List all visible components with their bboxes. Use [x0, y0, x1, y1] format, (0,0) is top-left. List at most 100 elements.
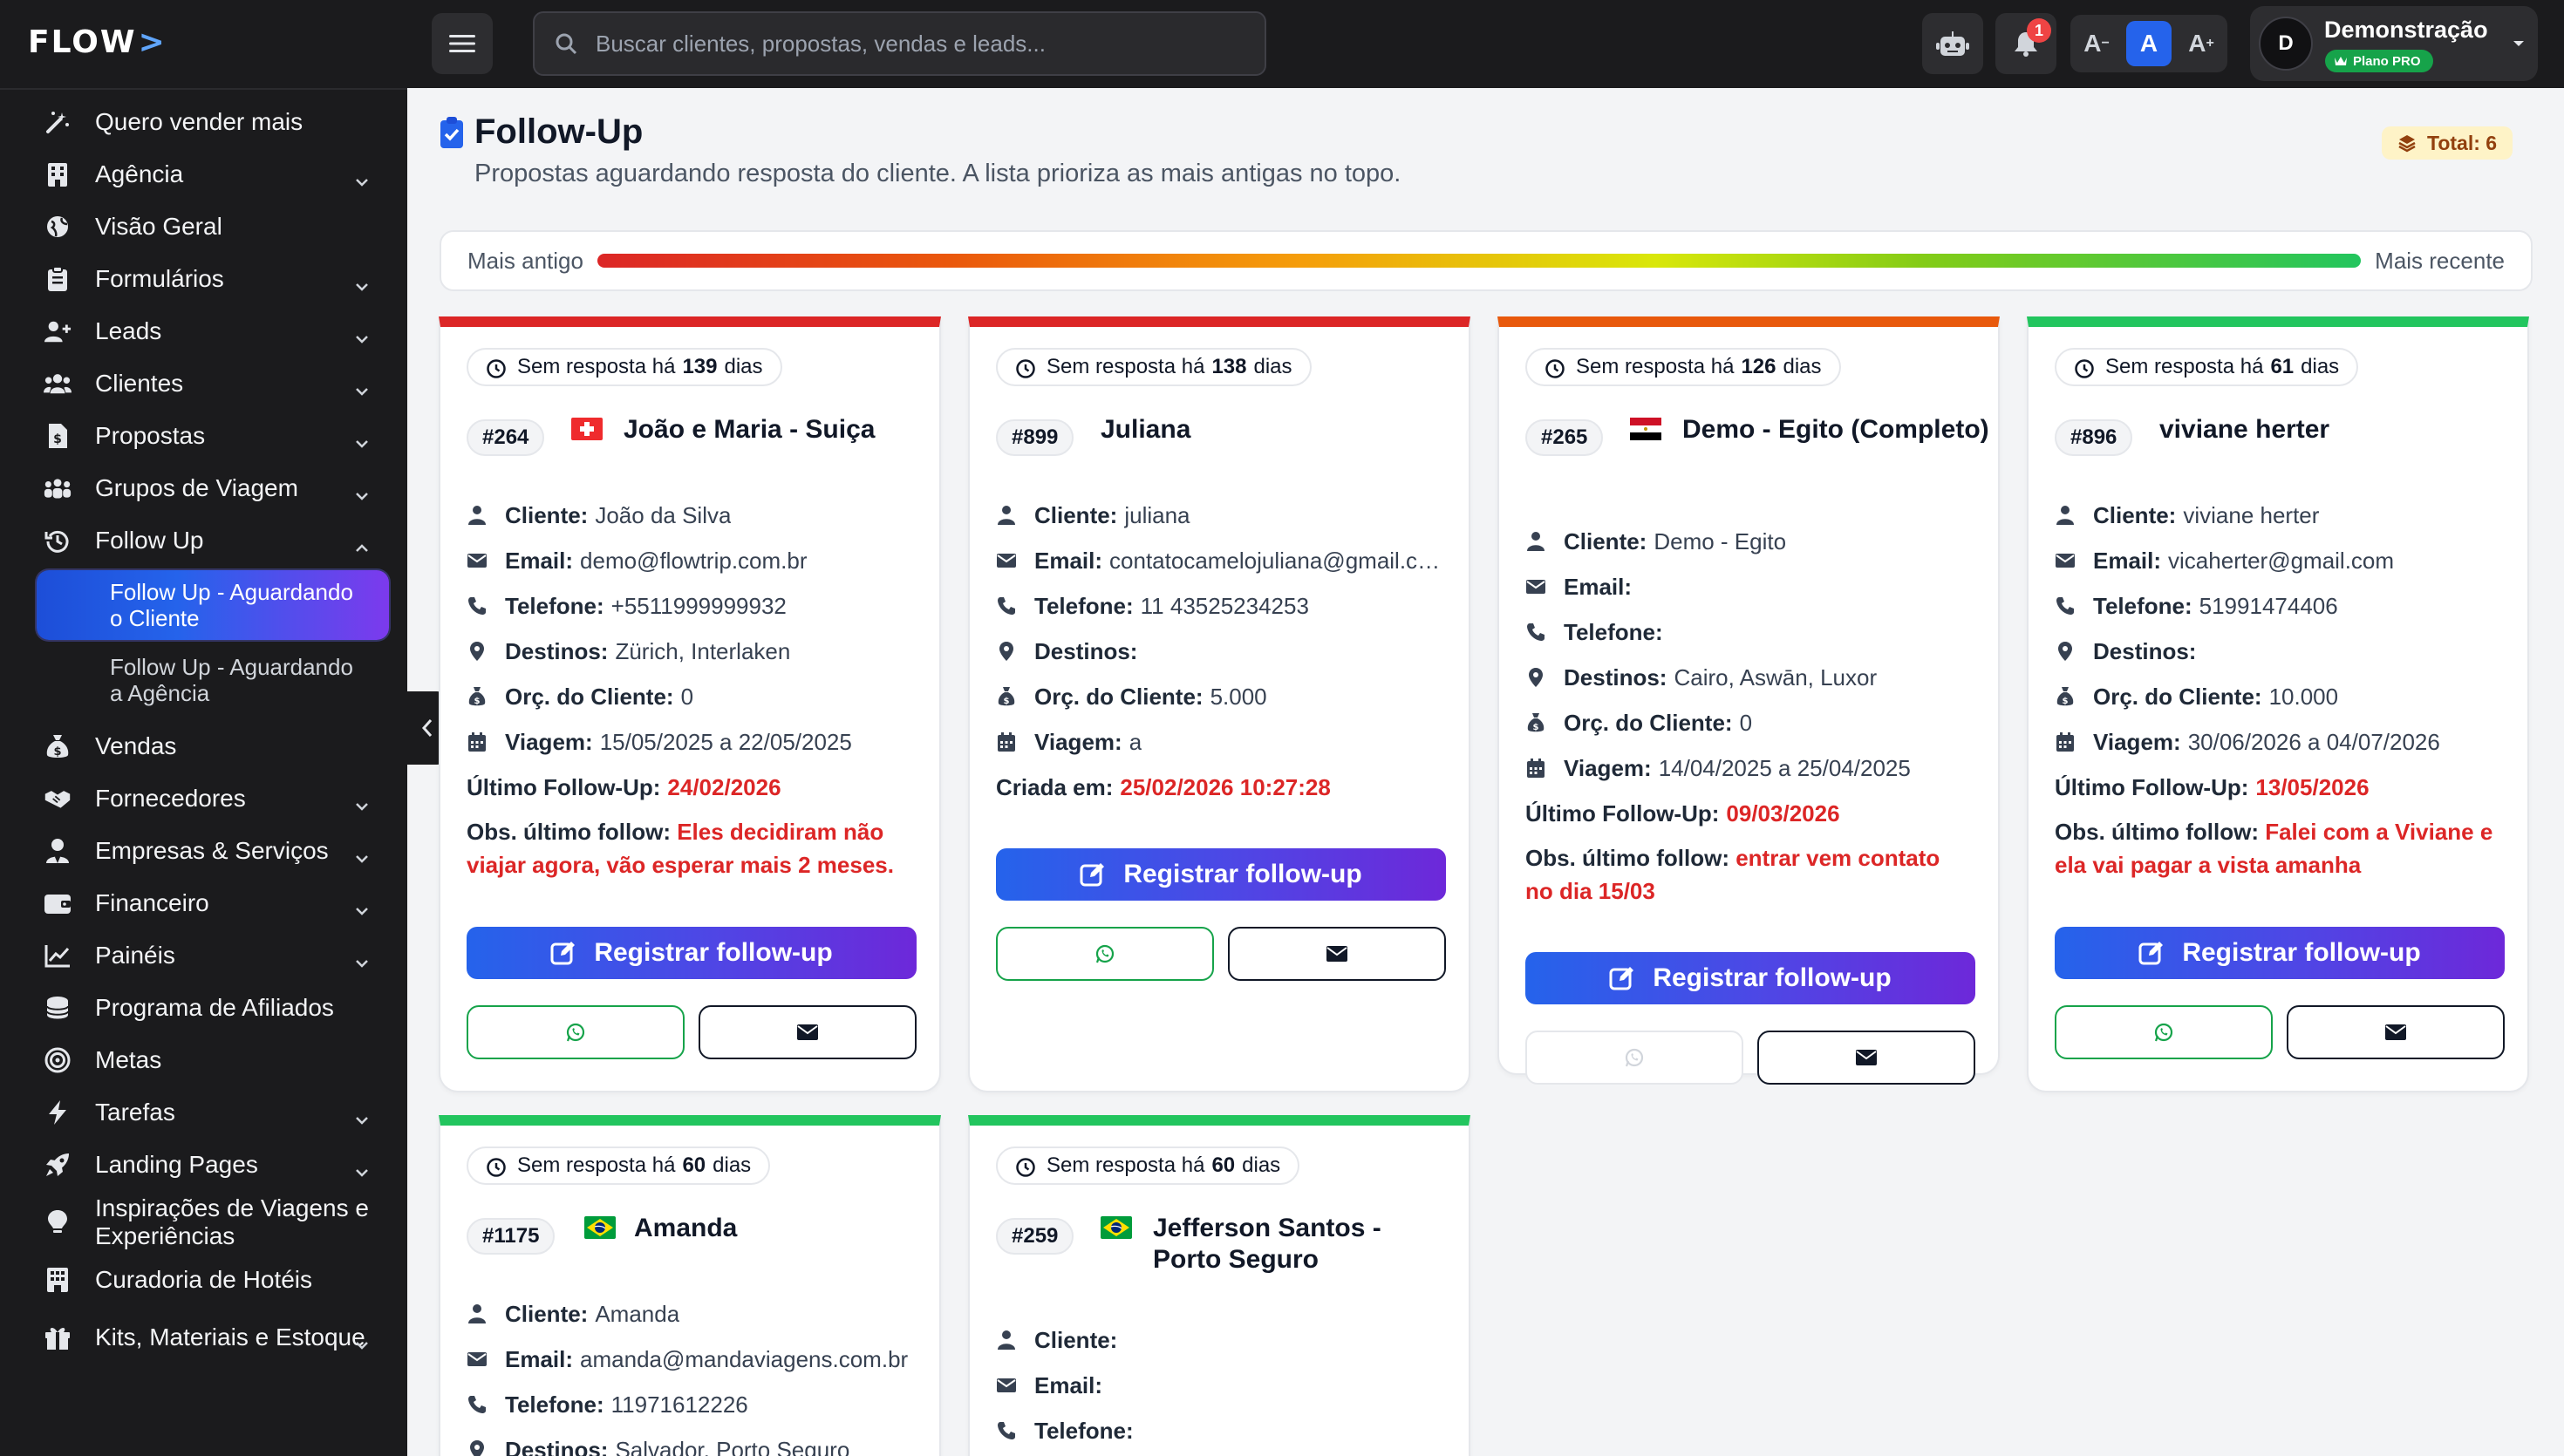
proposal-id-badge[interactable]: #265 [1525, 419, 1604, 456]
sidebar-item-inspiracoes-de-viagens-e-experiencias[interactable]: Inspirações de Viagens e Experiências [0, 1191, 407, 1254]
email-button[interactable] [2287, 1005, 2505, 1059]
last-followup-value: 13/05/2026 [2255, 773, 2370, 800]
whatsapp-button[interactable] [467, 1005, 685, 1059]
followup-note: Obs. último follow: Eles decidiram não v… [467, 810, 913, 881]
font-default-button[interactable]: A [2126, 21, 2172, 66]
followup-card: Sem resposta há 138 dias #899 Juliana Cli… [968, 316, 1470, 1092]
destinations-field-label: Destinos: [505, 637, 609, 664]
sidebar-item-empresas-servicos[interactable]: Empresas & Serviços [0, 825, 407, 877]
sidebar-item-formularios[interactable]: Formulários [0, 253, 407, 305]
sidebar-item-agencia[interactable]: Agência [0, 148, 407, 201]
followup-card: Sem resposta há 139 dias #264 João e Mari… [439, 316, 941, 1092]
sidebar-item-clientes[interactable]: Clientes [0, 357, 407, 410]
sidebar-item-visao-geral[interactable]: Visão Geral [0, 201, 407, 253]
waiting-days-count: 139 [682, 355, 718, 378]
proposal-title[interactable]: Amanda [634, 1213, 948, 1244]
search-box[interactable] [533, 11, 1266, 76]
sidebar-item-kits-materiais-e-estoque[interactable]: Kits, Materiais e Estoque [0, 1306, 407, 1369]
envelope-icon [1525, 576, 1546, 597]
last-followup-label: Último Follow-Up: [2055, 773, 2249, 800]
notifications-button[interactable]: 1 [1995, 13, 2056, 74]
sidebar-item-propostas[interactable]: $ Propostas [0, 410, 407, 462]
calendar-icon [467, 731, 488, 752]
register-followup-label: Registrar follow-up [594, 938, 833, 967]
search-input[interactable] [596, 30, 1224, 58]
chevron-down-icon [355, 792, 369, 811]
envelope-icon [1855, 1049, 1878, 1066]
email-button[interactable] [699, 1005, 917, 1059]
register-followup-button[interactable]: Registrar follow-up [2055, 927, 2505, 979]
proposal-id-badge[interactable]: #896 [2055, 419, 2133, 456]
proposal-title[interactable]: viviane herter [2159, 414, 2473, 446]
sidebar-item-financeiro[interactable]: Financeiro [0, 877, 407, 929]
assistant-bot-button[interactable] [1922, 13, 1983, 74]
sidebar-item-label: Programa de Afiliados [95, 994, 334, 1021]
sidebar-item-label: Fornecedores [95, 785, 246, 812]
calendar-icon [2055, 731, 2076, 752]
destinations-field: Destinos: Cairo, Aswān, Luxor [1525, 655, 1972, 700]
trip-dates-field-label: Viagem: [1564, 754, 1652, 781]
sidebar-item-quero-vender-mais[interactable]: Quero vender mais [0, 96, 407, 148]
email-field-label: Email: [2093, 547, 2162, 574]
sidebar-item-landing-pages[interactable]: Landing Pages [0, 1139, 407, 1191]
trip-dates-field-label: Viagem: [1034, 728, 1122, 755]
proposal-id-badge[interactable]: #259 [996, 1218, 1074, 1255]
sidebar-nav: Quero vender mais Agência Visão Geral Formu… [0, 96, 407, 1369]
register-followup-button[interactable]: Registrar follow-up [996, 848, 1446, 901]
waiting-days-pill: Sem resposta há 61 dias [2055, 348, 2359, 386]
card-fields: Cliente: juliana Email: contatocamelojul… [996, 493, 1442, 810]
whatsapp-button[interactable] [1525, 1031, 1743, 1085]
proposal-id-badge[interactable]: #264 [467, 419, 545, 456]
proposal-id-badge[interactable]: #899 [996, 419, 1074, 456]
font-increase-button[interactable]: A + [2179, 21, 2224, 66]
sidebar-item-programa-de-afiliados[interactable]: Programa de Afiliados [0, 982, 407, 1034]
edit-icon [2138, 940, 2165, 966]
waiting-prefix: Sem resposta há [517, 355, 676, 378]
proposal-id-badge[interactable]: #1175 [467, 1218, 556, 1255]
register-followup-label: Registrar follow-up [1653, 963, 1892, 992]
sidebar-item-grupos-de-viagem[interactable]: Grupos de Viagem [0, 462, 407, 514]
register-followup-button[interactable]: Registrar follow-up [1525, 952, 1975, 1004]
sidebar-item-curadoria-de-hoteis[interactable]: Curadoria de Hotéis [0, 1254, 407, 1306]
font-decrease-button[interactable]: A − [2074, 21, 2119, 66]
register-followup-button[interactable]: Registrar follow-up [467, 927, 917, 979]
sidebar-item-tarefas[interactable]: Tarefas [0, 1086, 407, 1139]
proposal-title[interactable]: Juliana [1101, 414, 1415, 446]
lightbulb-icon [44, 1208, 72, 1236]
waiting-prefix: Sem resposta há [1047, 355, 1205, 378]
clock-icon [486, 358, 507, 385]
proposal-title[interactable]: Jefferson Santos - Porto Seguro [1153, 1213, 1432, 1276]
flag-egypt-icon [1630, 418, 1661, 440]
user-tie-icon [44, 837, 72, 865]
sidebar-item-paineis[interactable]: Painéis [0, 929, 407, 982]
sidebar-item-vendas[interactable]: $ Vendas [0, 720, 407, 772]
waiting-days-pill: Sem resposta há 60 dias [996, 1146, 1300, 1185]
sidebar-item-follow-up[interactable]: Follow Up [0, 514, 407, 567]
whatsapp-button[interactable] [2055, 1005, 2273, 1059]
email-field-value: demo@flowtrip.com.br [580, 547, 808, 574]
menu-toggle-button[interactable] [432, 13, 493, 74]
proposal-title[interactable]: João e Maria - Suiça [624, 414, 938, 446]
proposal-title[interactable]: Demo - Egito (Completo) [1682, 414, 1996, 446]
budget-field: $ Orç. do Cliente: 0 [467, 674, 913, 719]
chevron-down-icon [355, 1158, 369, 1177]
client-field-label: Cliente: [1034, 1326, 1118, 1353]
app-logo[interactable]: FLOW> [28, 24, 167, 60]
chevron-down-icon [355, 1330, 369, 1350]
whatsapp-button[interactable] [996, 927, 1214, 981]
email-button[interactable] [1757, 1031, 1975, 1085]
envelope-icon [1326, 945, 1348, 963]
sidebar-item-metas[interactable]: Metas [0, 1034, 407, 1086]
sidebar-subitem-aguardando-agencia[interactable]: Follow Up - Aguardando a Agência [37, 645, 389, 715]
sidebar-item-leads[interactable]: Leads [0, 305, 407, 357]
envelope-icon [467, 550, 488, 571]
phone-field-label: Telefone: [1034, 1417, 1134, 1444]
clipboard-check-icon [440, 117, 463, 148]
sidebar-subitem-aguardando-cliente[interactable]: Follow Up - Aguardando o Cliente [37, 570, 389, 640]
budget-field-label: Orç. do Cliente: [2093, 683, 2262, 710]
email-button[interactable] [1228, 927, 1446, 981]
sidebar-item-label: Financeiro [95, 889, 209, 916]
sidebar-item-fornecedores[interactable]: Fornecedores [0, 772, 407, 825]
chevron-down-icon [355, 429, 369, 448]
user-menu[interactable]: D Demonstração Plano PRO [2250, 6, 2538, 81]
